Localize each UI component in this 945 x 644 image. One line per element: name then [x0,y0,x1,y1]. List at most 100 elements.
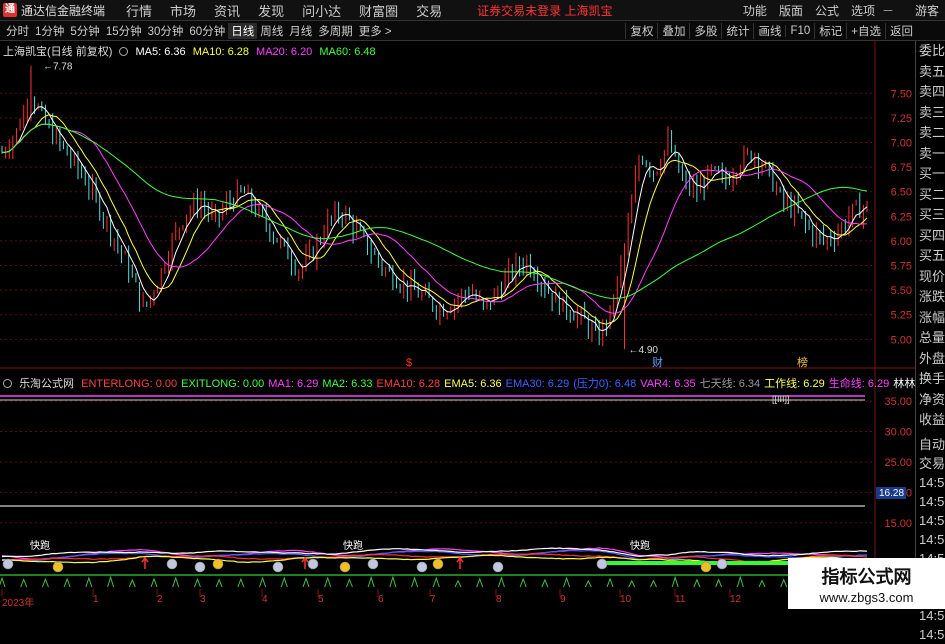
quote-row-label: 换手 [919,371,945,386]
sub-legend: 乐淘公式网 ENTERLONG: 0.00 EXITLONG: 0.00 MA1: … [3,375,945,390]
signal-spike [563,576,571,588]
date-tick-label: 12 [730,594,742,605]
signal-spike [172,576,180,588]
menu-options[interactable]: 选项 [845,2,881,19]
signal-spike [519,577,527,588]
tool-multi[interactable]: 多股 [689,23,721,39]
sub-legend-item: 工作线: 6.29 [764,378,825,390]
tf-weekly[interactable]: 周线 [257,23,286,39]
signal-spike [780,578,788,588]
tf-30min[interactable]: 30分钟 [145,23,187,39]
run-label: 快跑 [30,539,50,552]
signal-spike [0,576,6,588]
price-tick-label: 6.75 [891,162,912,174]
menu-trade[interactable]: 交易 [407,1,451,20]
coin-icon [339,561,351,573]
trade-row-label: 14:56 [919,493,945,509]
tf-1min[interactable]: 1分钟 [32,23,67,39]
signal-spike [193,577,201,588]
tf-intraday[interactable]: 分时 [0,23,32,39]
price-tick-label: 5.25 [891,310,912,322]
tf-60min[interactable]: 60分钟 [186,23,228,39]
date-tick-label: 9 [560,594,566,605]
quote-row-label: 买四 [919,227,945,243]
quote-row-label: 买二 [919,186,945,202]
price-tick-label: 6.25 [891,211,912,223]
coin-icon [166,558,178,570]
signal-spike [693,578,701,588]
date-tick-label: 6 [378,594,384,605]
stock-title: 上海凯宝(日线 前复权) [3,46,113,58]
tf-daily[interactable]: 日线 [228,22,258,39]
tool-mark[interactable]: 标记 [814,23,846,39]
tool-draw[interactable]: 画线 [753,23,785,39]
settings-circle-icon[interactable] [3,379,12,388]
user-label[interactable]: 游客 [909,2,945,19]
app-title: 通达信金融终端 [21,3,106,18]
sub-legend-item: 七天线: 6.34 [699,378,761,390]
quote-row-label: 卖五 [919,63,945,79]
menu-function[interactable]: 功能 [737,2,773,19]
menu-market[interactable]: 市场 [161,1,205,20]
low-price-label: ←4.90 [629,345,659,356]
indicator-name[interactable]: 乐淘公式网 [19,378,74,390]
menu-ask[interactable]: 问小达 [293,1,350,20]
tf-more[interactable]: 更多 > [356,23,395,39]
tf-multi[interactable]: 多周期 [315,23,356,39]
signal-spike [280,576,288,588]
signal-spike [367,575,375,588]
date-tick-label: 2 [157,594,163,605]
tool-addfav[interactable]: +自选 [846,23,885,39]
sub-legend-item: EMA30: 6.29 [505,378,570,390]
quote-row-label: 现价 [919,268,945,284]
run-label: 快跑 [343,539,363,552]
menu-discover[interactable]: 发现 [249,1,293,20]
coin-icon [367,558,379,570]
menu-layout[interactable]: 版面 [773,2,809,19]
date-tick-label: 8 [496,594,502,605]
chart-area[interactable]: 7.50 7.25 7.00 6.75 6.50 6.25 6.00 5.75 5.50 5.25… [0,41,945,609]
timeframe-bar: 分时 1分钟 5分钟 15分钟 30分钟 60分钟 日线 周线 月线 多周期 更… [0,21,945,41]
quote-row-label: 委比 [919,43,945,58]
minimize-button[interactable]: － [881,2,895,19]
tf-monthly[interactable]: 月线 [286,23,315,39]
quote-row-label: 卖二 [919,125,945,140]
ma60-label: MA60: 6.48 [319,46,376,58]
menu-news[interactable]: 资讯 [205,1,249,20]
right-quote-panel: 委比 卖五 卖四 卖三 卖二 卖一 买一 买二 买三 买四 买五 现价 涨跌 涨幅 总量 外盘 换手 净资 收益 自动… [915,41,945,642]
tool-back[interactable]: 返回 [885,23,917,39]
sub-tick-label: 15.00 [884,518,912,530]
menu-quotes[interactable]: 行情 [117,1,161,20]
menu-formula[interactable]: 公式 [809,2,845,19]
menu-wealth[interactable]: 财富圈 [350,1,407,20]
trade-row-label: 14:56 [919,474,945,490]
settings-circle-icon[interactable] [119,47,129,56]
quote-row-label: 卖一 [919,145,945,161]
signal-spike [628,579,636,588]
menu-bar: 通 通达信金融终端 行情 市场 资讯 发现 问小达 财富圈 交易 证券交易未登录… [0,0,945,21]
signal-spike [432,576,440,588]
signal-spike [454,579,462,588]
quote-row-label: 总量 [919,330,945,345]
tf-5min[interactable]: 5分钟 [67,23,102,39]
signal-spike [671,575,679,588]
date-tick-label: 1 [93,594,99,605]
trade-row-label: 交易 [919,455,945,471]
tool-f10[interactable]: F10 [785,25,814,37]
date-tick-label: 11 [675,594,686,605]
signal-spike [215,578,223,588]
quote-row-label: 收益 [919,412,945,427]
tf-15min[interactable]: 15分钟 [103,23,145,39]
tool-overlay[interactable]: 叠加 [657,23,689,39]
kline-chart-svg[interactable]: 7.50 7.25 7.00 6.75 6.50 6.25 6.00 5.75 5.50 5.25… [0,41,915,609]
signal-spike [63,577,71,588]
date-tick-label: 4 [262,594,268,605]
trade-row-label: 自动 [919,436,945,452]
signal-spike [128,578,136,588]
tool-adjust[interactable]: 复权 [625,23,657,39]
coin-icon [307,558,319,570]
tool-stats[interactable]: 统计 [721,23,753,39]
quote-row-label: 买五 [919,248,945,263]
signal-spike [541,578,549,588]
sub-tick-label: 35.00 [884,396,912,408]
